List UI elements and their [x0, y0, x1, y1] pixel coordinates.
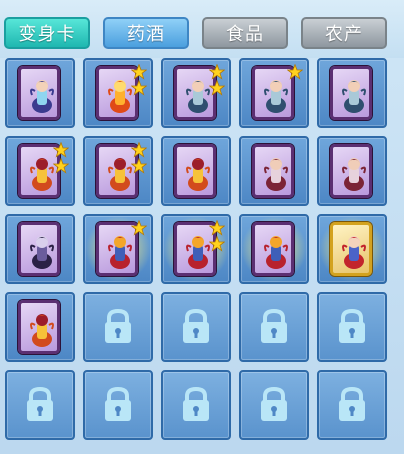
lock-icon	[261, 387, 287, 421]
golden-lion-figure-icon	[30, 158, 54, 191]
tab-label: 农产	[325, 24, 363, 45]
inventory-slot[interactable]	[5, 58, 75, 128]
lock-icon	[261, 309, 287, 343]
locked-slot[interactable]	[239, 292, 309, 362]
tab-medicine-wine[interactable]: 药酒	[103, 17, 189, 49]
fairy-girl-figure-icon	[30, 80, 54, 113]
inventory-slot[interactable]	[161, 58, 231, 128]
star-icon	[53, 158, 69, 174]
tab-farm-produce[interactable]: 农产	[301, 17, 387, 49]
tab-label: 药酒	[127, 24, 165, 45]
locked-slot[interactable]	[161, 370, 231, 440]
lock-icon	[105, 309, 131, 343]
star-icon	[131, 80, 147, 96]
inventory-slot[interactable]	[83, 136, 153, 206]
transform-card[interactable]	[18, 222, 60, 276]
inventory-slot[interactable]	[317, 58, 387, 128]
star-rating	[53, 142, 71, 178]
inventory-slot[interactable]	[83, 214, 153, 284]
star-icon	[209, 64, 225, 80]
star-rating	[287, 64, 305, 100]
locked-slot[interactable]	[5, 370, 75, 440]
inventory-slot[interactable]	[317, 136, 387, 206]
transform-card[interactable]	[18, 66, 60, 120]
locked-slot[interactable]	[317, 370, 387, 440]
star-icon	[53, 142, 69, 158]
inventory-slot[interactable]	[5, 136, 75, 206]
red-bird-figure-icon	[264, 236, 288, 269]
star-icon	[287, 64, 303, 80]
dark-warrior-figure-icon	[30, 236, 54, 269]
transform-card[interactable]	[18, 300, 60, 354]
transform-card[interactable]	[330, 66, 372, 120]
golden-lion-figure-icon	[30, 314, 54, 347]
tab-label: 食品	[226, 24, 264, 45]
star-icon	[209, 236, 225, 252]
transform-card[interactable]	[252, 144, 294, 198]
tab-label: 变身卡	[18, 24, 76, 45]
inventory-slot[interactable]	[239, 58, 309, 128]
inventory-slot[interactable]	[317, 214, 387, 284]
winged-dancer-figure-icon	[342, 158, 366, 191]
red-bird-figure-icon	[108, 236, 132, 269]
transform-card[interactable]	[174, 144, 216, 198]
locked-slot[interactable]	[83, 370, 153, 440]
star-rating	[209, 64, 227, 100]
red-hair-mage-figure-icon	[342, 236, 366, 269]
tab-transform-card[interactable]: 变身卡	[4, 17, 90, 49]
star-icon	[131, 158, 147, 174]
fire-phoenix-figure-icon	[108, 80, 132, 113]
tab-food[interactable]: 食品	[202, 17, 288, 49]
lock-icon	[339, 387, 365, 421]
locked-slot[interactable]	[317, 292, 387, 362]
transform-card[interactable]	[330, 222, 372, 276]
inventory-grid	[5, 58, 397, 450]
golden-lion-figure-icon	[108, 158, 132, 191]
star-icon	[131, 64, 147, 80]
inventory-slot[interactable]	[83, 58, 153, 128]
lock-icon	[339, 309, 365, 343]
archer-girl-figure-icon	[186, 80, 210, 113]
red-bird-figure-icon	[186, 236, 210, 269]
inventory-slot[interactable]	[239, 136, 309, 206]
star-icon	[131, 220, 147, 236]
star-icon	[131, 142, 147, 158]
inventory-slot[interactable]	[239, 214, 309, 284]
inventory-slot[interactable]	[5, 292, 75, 362]
locked-slot[interactable]	[161, 292, 231, 362]
category-tabs: 变身卡 药酒 食品 农产	[0, 0, 404, 58]
archer-girl-figure-icon	[342, 80, 366, 113]
lock-icon	[183, 387, 209, 421]
inventory-slot[interactable]	[161, 214, 231, 284]
transform-card[interactable]	[252, 222, 294, 276]
star-rating	[209, 220, 227, 256]
star-icon	[209, 220, 225, 236]
star-rating	[131, 142, 149, 178]
lock-icon	[183, 309, 209, 343]
inventory-slot[interactable]	[161, 136, 231, 206]
golden-lion-figure-icon	[186, 158, 210, 191]
star-icon	[209, 80, 225, 96]
inventory-slot[interactable]	[5, 214, 75, 284]
lock-icon	[27, 387, 53, 421]
winged-dancer-figure-icon	[264, 158, 288, 191]
archer-girl-figure-icon	[264, 80, 288, 113]
lock-icon	[105, 387, 131, 421]
transform-card[interactable]	[330, 144, 372, 198]
star-rating	[131, 220, 149, 256]
star-rating	[131, 64, 149, 100]
locked-slot[interactable]	[239, 370, 309, 440]
locked-slot[interactable]	[83, 292, 153, 362]
